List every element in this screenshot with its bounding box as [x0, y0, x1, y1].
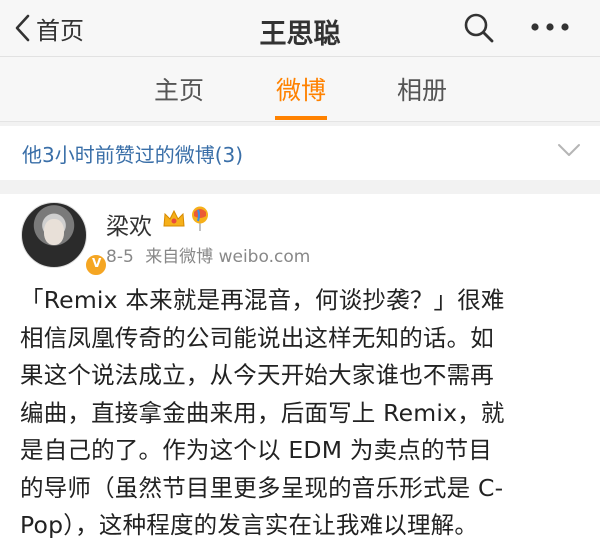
post-date: 8-5 [106, 247, 134, 267]
tab-album[interactable]: 相册 [397, 71, 447, 107]
post-content-line: Pop），这种程度的发言实在让我难以理解。 [20, 511, 479, 539]
avatar[interactable]: V [21, 202, 108, 277]
post-content-line: 「Remix 本来就是再混音，何谈抄袭？」很难 [20, 286, 505, 314]
tab-home[interactable]: 主页 [154, 71, 204, 107]
post-author[interactable]: 梁欢 [106, 207, 152, 241]
post-content-line: 编曲，直接拿金曲来用，后面写上 Remix，就 [20, 398, 505, 427]
weibo-post: V 梁欢 8-5 来自微博 weibo.com 「Remix 本来就是再混音，何… [0, 194, 600, 543]
profile-tabs: 主页 微博 相册 [0, 57, 600, 122]
search-icon[interactable] [463, 12, 495, 44]
more-options-icon[interactable] [530, 22, 570, 32]
post-content-line: 是自己的了。作为这个以 EDM 为卖点的节目 [20, 436, 493, 464]
avatar-face [44, 219, 64, 245]
balloon-badge-icon[interactable] [190, 206, 210, 232]
liked-posts-label: 他3小时前赞过的微博(3) [22, 143, 244, 167]
crown-badge-icon[interactable] [162, 208, 186, 230]
page-title: 王思聪 [259, 19, 341, 50]
top-nav-bar: 首页 王思聪 [0, 0, 600, 57]
section-divider [0, 180, 600, 194]
chevron-down-icon [558, 144, 580, 156]
post-content-line: 相信凤凰传奇的公司能说出这样无知的话。如 [20, 323, 494, 352]
post-meta: 8-5 来自微博 weibo.com [106, 242, 316, 267]
post-content: 「Remix 本来就是再混音，何谈抄袭？」很难 相信凤凰传奇的公司能说出这样无知… [20, 282, 586, 545]
tab-weibo[interactable]: 微博 [276, 71, 326, 107]
verified-badge-icon: V [84, 253, 108, 277]
liked-posts-row[interactable]: 他3小时前赞过的微博(3) [0, 126, 600, 180]
post-content-line: 的导师（虽然节目里更多呈现的音乐形式是 C- [20, 473, 504, 502]
active-tab-indicator [275, 116, 327, 120]
post-content-line: 果这个说法成立，从今天开始大家谁也不需再 [20, 361, 494, 389]
post-source: 来自微博 weibo.com [145, 247, 311, 267]
